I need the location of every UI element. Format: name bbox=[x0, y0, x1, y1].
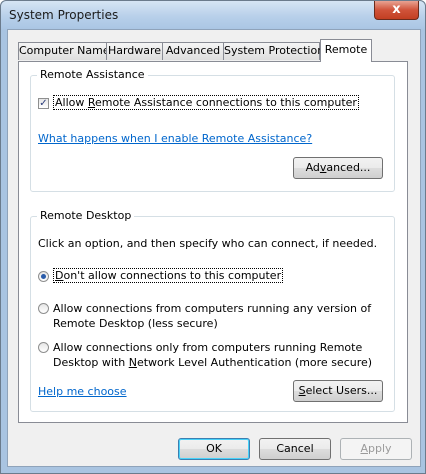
radio-dont-allow[interactable] bbox=[38, 271, 49, 282]
help-me-choose-link[interactable]: Help me choose bbox=[38, 385, 127, 398]
remote-assistance-help-link[interactable]: What happens when I enable Remote Assist… bbox=[38, 132, 312, 145]
advanced-button[interactable]: Advanced... bbox=[293, 157, 383, 179]
dialog-client-area: Computer Name Hardware Advanced System P… bbox=[7, 29, 421, 467]
allow-remote-assistance-checkbox[interactable]: ✓ bbox=[38, 98, 49, 109]
remote-desktop-intro: Click an option, and then specify who ca… bbox=[38, 237, 378, 250]
radio-allow-nla-only-label[interactable]: Allow connections only from computers ru… bbox=[53, 340, 372, 370]
remote-assistance-group: Remote Assistance ✓ Allow Remote Assista… bbox=[30, 68, 395, 192]
radio-allow-any-version[interactable] bbox=[38, 303, 49, 314]
tab-system-protection[interactable]: System Protection bbox=[223, 42, 324, 60]
remote-tab-panel: Remote Assistance ✓ Allow Remote Assista… bbox=[18, 61, 408, 423]
close-icon: x bbox=[392, 2, 401, 17]
remote-assistance-group-title: Remote Assistance bbox=[37, 68, 148, 81]
radio-dont-allow-label[interactable]: Don't allow connections to this computer bbox=[53, 268, 284, 283]
close-button[interactable]: x bbox=[374, 1, 419, 20]
apply-button[interactable]: Apply bbox=[340, 438, 412, 460]
tab-advanced[interactable]: Advanced bbox=[162, 42, 224, 60]
allow-remote-assistance-label[interactable]: Allow Remote Assistance connections to t… bbox=[53, 95, 359, 110]
system-properties-window: System Properties x Computer Name Hardwa… bbox=[0, 0, 426, 474]
ok-button[interactable]: OK bbox=[178, 438, 250, 460]
cancel-button[interactable]: Cancel bbox=[259, 438, 331, 460]
tab-computer-name[interactable]: Computer Name bbox=[18, 42, 110, 60]
title-bar[interactable]: System Properties x bbox=[1, 1, 425, 29]
radio-allow-nla-only[interactable] bbox=[38, 342, 49, 353]
radio-allow-any-version-label[interactable]: Allow connections from computers running… bbox=[53, 301, 371, 331]
select-users-button[interactable]: Select Users... bbox=[293, 380, 383, 402]
remote-desktop-group-title: Remote Desktop bbox=[37, 209, 135, 222]
remote-desktop-group: Remote Desktop Click an option, and then… bbox=[30, 209, 395, 412]
window-title: System Properties bbox=[9, 8, 119, 22]
tab-hardware[interactable]: Hardware bbox=[106, 42, 163, 60]
tab-remote[interactable]: Remote bbox=[320, 39, 372, 62]
